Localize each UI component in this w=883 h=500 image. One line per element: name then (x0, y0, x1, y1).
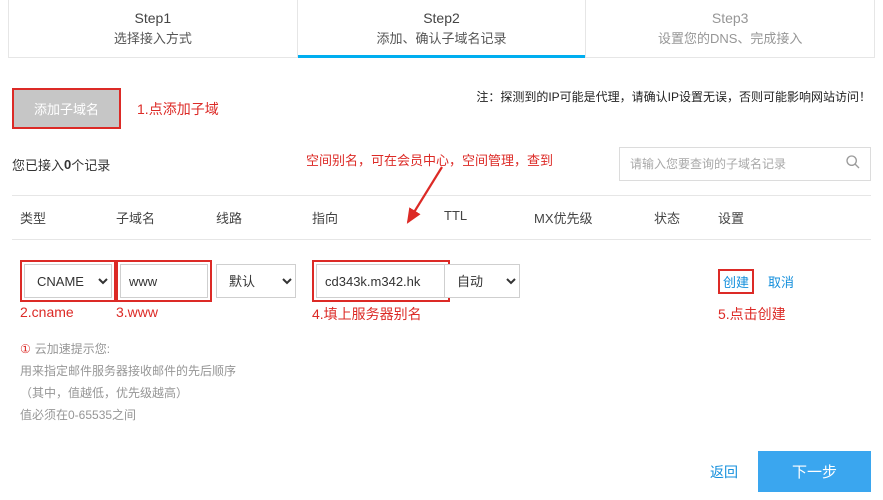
step-1-title: Step1 (9, 10, 297, 26)
hint-line-3: （其中，值越低，优先级越高） (20, 386, 188, 400)
col-point: 指向 (312, 208, 444, 227)
col-mx: MX优先级 (534, 208, 654, 227)
type-select[interactable]: CNAME (24, 264, 112, 298)
col-line: 线路 (216, 208, 312, 227)
step-1[interactable]: Step1 选择接入方式 (9, 0, 298, 57)
step-2-title: Step2 (298, 10, 586, 26)
step-3-sub: 设置您的DNS、完成接入 (586, 28, 874, 47)
search-input[interactable] (620, 157, 836, 171)
status-suffix: 个记录 (71, 155, 110, 174)
step-2[interactable]: Step2 添加、确认子域名记录 (298, 0, 587, 57)
toolbar: 添加子域名 1.点添加子域 注：探测到的IP可能是代理，请确认IP设置无误，否则… (12, 88, 871, 129)
col-set: 设置 (718, 208, 818, 227)
record-row: CNAME 默认 自动 创建 取消 (12, 260, 871, 302)
anno-box-type: CNAME (20, 260, 116, 302)
cancel-link[interactable]: 取消 (768, 272, 794, 291)
search-box (619, 147, 871, 181)
anno-1: 1.点添加子域 (137, 99, 219, 119)
create-link[interactable]: 创建 (723, 275, 749, 290)
anno-alias: 空间别名，可在会员中心，空间管理，查到 (306, 150, 553, 169)
next-button[interactable]: 下一步 (758, 451, 871, 492)
search-icon[interactable] (836, 154, 870, 175)
hint-line-2: 用来指定邮件服务器接收邮件的先后顺序 (20, 364, 236, 378)
ip-warning-note: 注：探测到的IP可能是代理，请确认IP设置无误，否则可能影响网站访问！ (476, 88, 871, 105)
anno-2: 2.cname (20, 304, 116, 324)
point-input[interactable] (316, 264, 446, 298)
hint-line-1: 云加速提示您: (35, 342, 110, 356)
subdomain-input[interactable] (120, 264, 208, 298)
table-header: 类型 子域名 线路 指向 TTL MX优先级 状态 设置 (12, 195, 871, 240)
anno-box-create: 创建 (718, 269, 754, 294)
hint-block: ① 云加速提示您: 用来指定邮件服务器接收邮件的先后顺序 （其中，值越低，优先级越… (20, 338, 863, 426)
anno-3: 3.www (116, 304, 216, 324)
step-1-sub: 选择接入方式 (9, 28, 297, 47)
status-prefix: 您已接入 (12, 155, 64, 174)
anno-box-point (312, 260, 450, 302)
hint-line-4: 值必须在0-65535之间 (20, 408, 136, 422)
add-subdomain-button[interactable]: 添加子域名 (14, 90, 119, 127)
ttl-select[interactable]: 自动 (444, 264, 520, 298)
col-type: 类型 (20, 208, 116, 227)
anno-5: 5.点击创建 (718, 304, 818, 324)
line-select[interactable]: 默认 (216, 264, 296, 298)
anno-4: 4.填上服务器别名 (312, 304, 444, 324)
step-3[interactable]: Step3 设置您的DNS、完成接入 (586, 0, 874, 57)
col-status: 状态 (654, 208, 718, 227)
status-count: 0 (64, 157, 71, 172)
step-2-sub: 添加、确认子域名记录 (298, 28, 586, 47)
step-tabs: Step1 选择接入方式 Step2 添加、确认子域名记录 Step3 设置您的… (8, 0, 875, 58)
col-sub: 子域名 (116, 208, 216, 227)
anno-box-sub (116, 260, 212, 302)
back-link[interactable]: 返回 (710, 462, 738, 482)
row-annotations: 2.cname 3.www 4.填上服务器别名 5.点击创建 (12, 304, 871, 324)
warning-icon: ① (20, 342, 31, 356)
anno-box-add: 添加子域名 (12, 88, 121, 129)
step-3-title: Step3 (586, 10, 874, 26)
footer: 返回 下一步 (710, 451, 871, 492)
col-ttl: TTL (444, 208, 534, 227)
